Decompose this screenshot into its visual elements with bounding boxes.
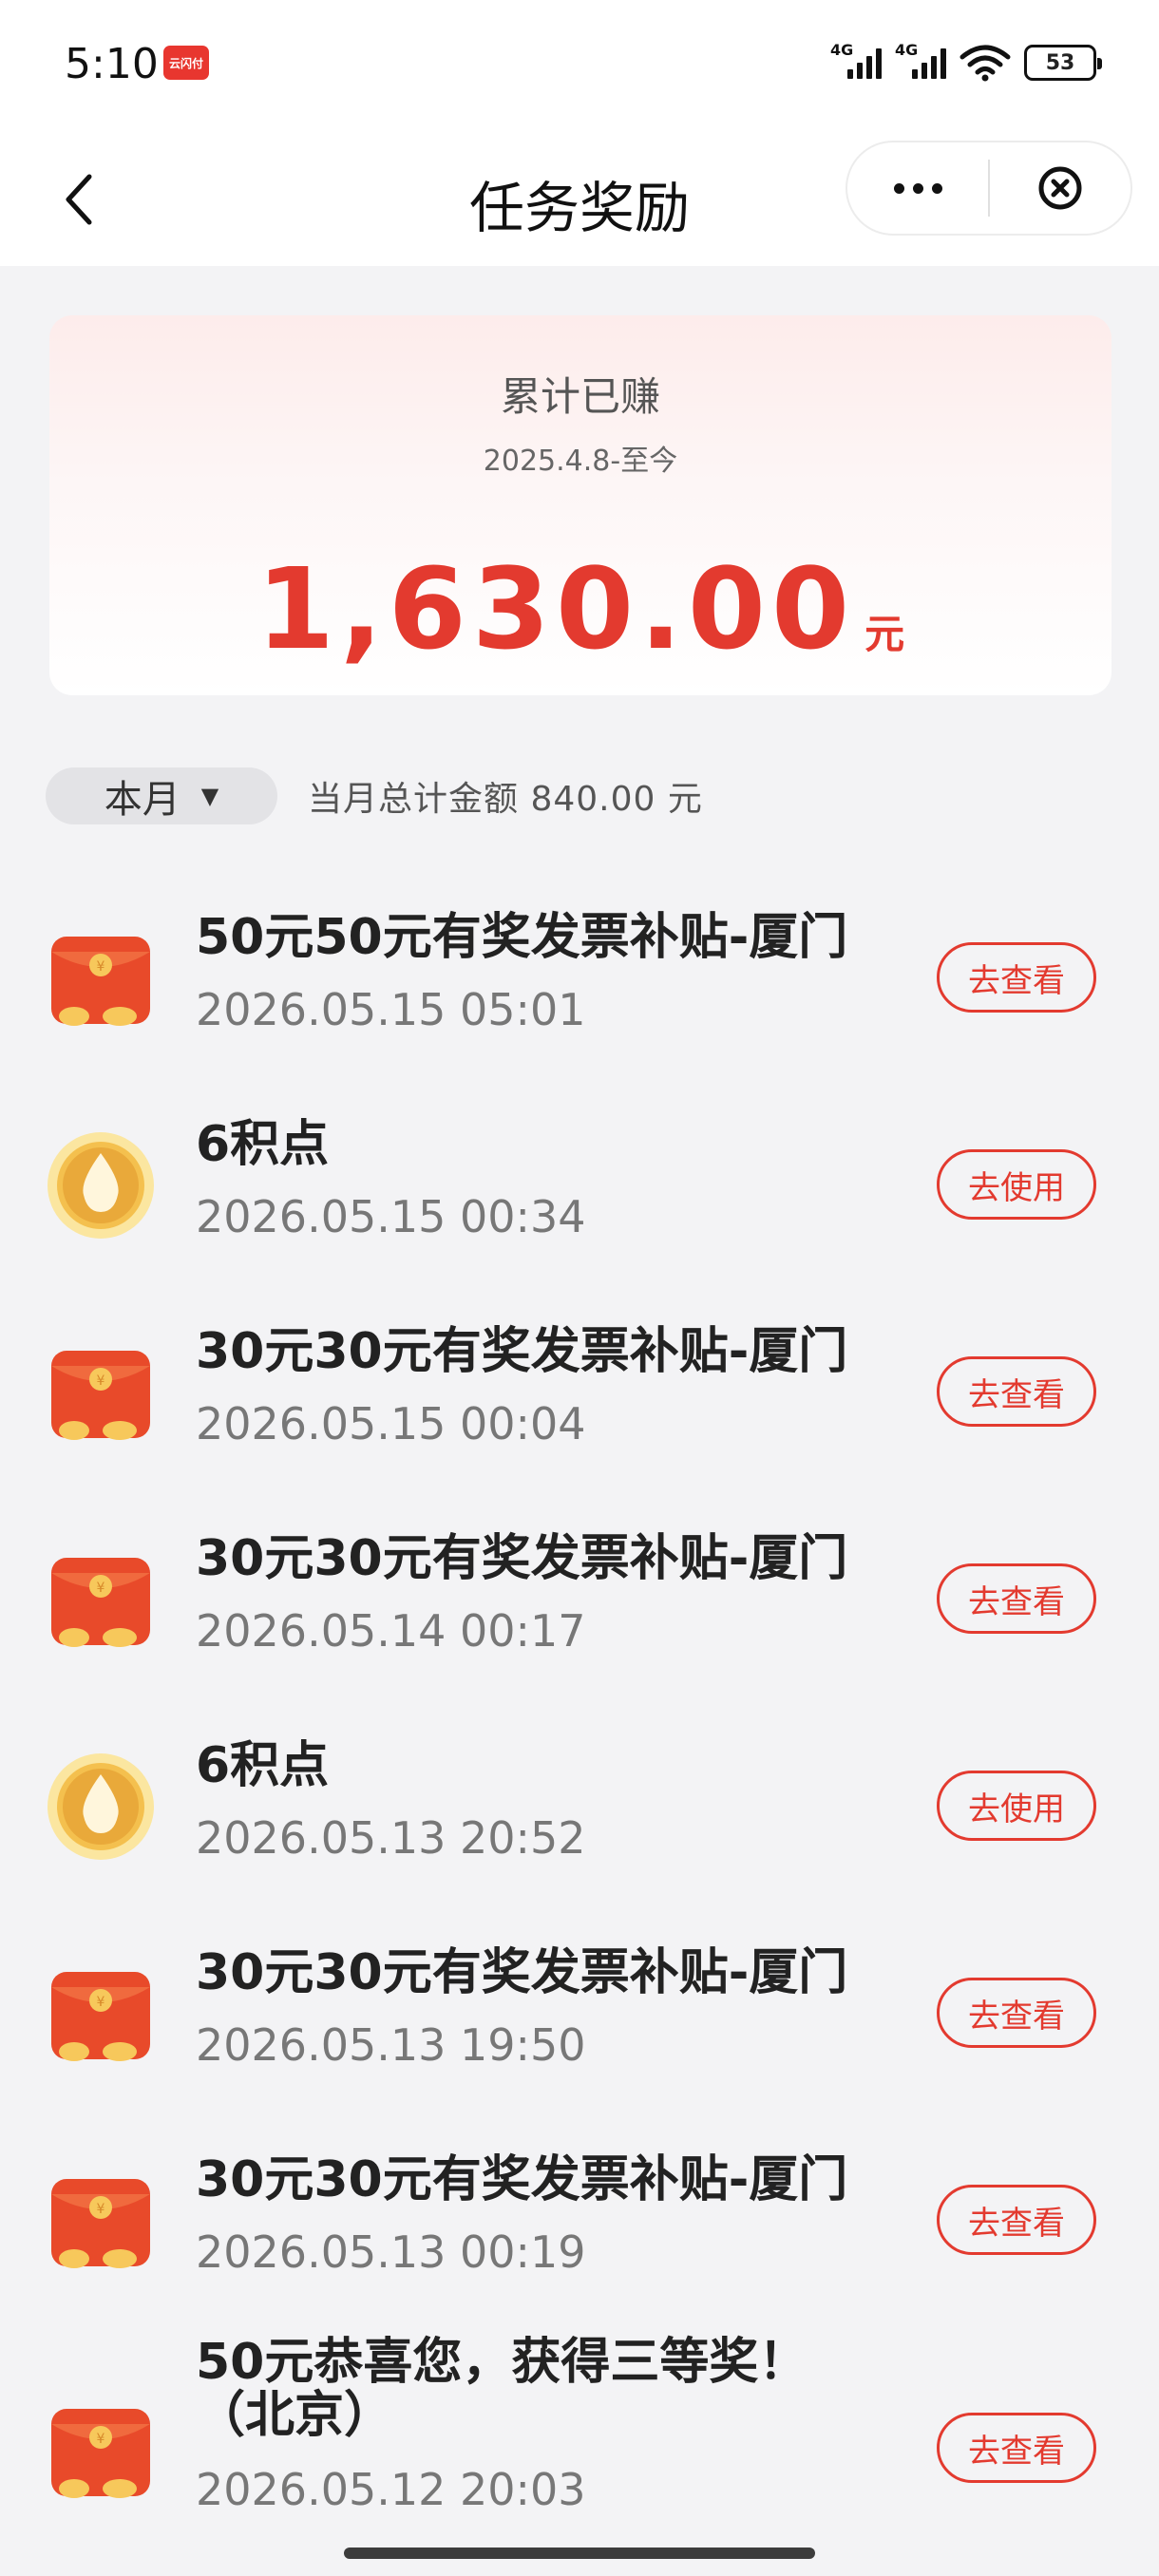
reward-time: 2026.05.15 00:04 — [196, 1398, 586, 1449]
points-drop-icon — [48, 1132, 154, 1239]
more-button[interactable] — [847, 142, 988, 234]
wifi-icon — [960, 45, 1011, 82]
use-button[interactable]: 去使用 — [937, 1149, 1096, 1220]
month-total: 当月总计金额 840.00 元 — [308, 780, 703, 819]
red-envelope-icon: ¥ — [51, 2409, 150, 2498]
view-button[interactable]: 去查看 — [937, 1356, 1096, 1427]
view-button[interactable]: 去查看 — [937, 2413, 1096, 2483]
reward-title: 6积点 — [196, 1116, 330, 1173]
battery-level: 53 — [1045, 50, 1075, 75]
more-dots-icon — [893, 182, 942, 194]
signal-icon: 4G — [895, 41, 946, 79]
earned-label: 累计已赚 — [500, 373, 660, 420]
battery-icon: 53 — [1024, 45, 1102, 81]
red-envelope-icon: ¥ — [51, 1351, 150, 1440]
reward-title: 30元30元有奖发票补贴-厦门 — [196, 2151, 848, 2208]
list-item: ¥ 30元30元有奖发票补贴-厦门 2026.05.15 00:04 去查看 — [0, 1297, 1159, 1487]
reward-time: 2026.05.15 00:34 — [196, 1191, 586, 1242]
signal-label: 4G — [895, 41, 919, 59]
svg-text:¥: ¥ — [97, 2432, 105, 2447]
reward-title: 6积点 — [196, 1737, 330, 1794]
svg-text:¥: ¥ — [97, 1581, 105, 1596]
reward-title: 50元50元有奖发票补贴-厦门 — [196, 909, 848, 966]
reward-title: 30元30元有奖发票补贴-厦门 — [196, 1323, 848, 1380]
list-item: ¥ 30元30元有奖发票补贴-厦门 2026.05.13 19:50 去查看 — [0, 1919, 1159, 2109]
nav-bar: 任务奖励 — [0, 133, 1159, 266]
earned-amount: 1,630.00 — [256, 543, 856, 674]
list-item: ¥ 50元恭喜您，获得三等奖！ （北京） 2026.05.12 20:03 去查… — [0, 2333, 1159, 2570]
red-envelope-icon: ¥ — [51, 937, 150, 1026]
month-selector[interactable]: 本月 ▼ — [46, 767, 277, 824]
home-indicator[interactable] — [344, 2548, 815, 2559]
status-indicators: 4G 4G 53 — [830, 41, 1102, 82]
svg-text:¥: ¥ — [97, 959, 105, 975]
month-selector-label: 本月 — [104, 778, 180, 822]
list-item: 6积点 2026.05.15 00:34 去使用 — [0, 1090, 1159, 1280]
red-envelope-icon: ¥ — [51, 1972, 150, 2061]
view-button[interactable]: 去查看 — [937, 2185, 1096, 2255]
status-time: 5:10 — [65, 40, 159, 88]
reward-time: 2026.05.12 20:03 — [196, 2464, 586, 2515]
earned-unit: 元 — [864, 611, 905, 657]
list-item: ¥ 30元30元有奖发票补贴-厦门 2026.05.14 00:17 去查看 — [0, 1505, 1159, 1695]
status-bar: 5:10 云闪付 4G 4G 53 — [0, 0, 1159, 133]
earned-amount-row: 1,630.00 元 — [49, 543, 1112, 674]
signal-label: 4G — [830, 41, 854, 59]
reward-title: 50元恭喜您，获得三等奖！ — [196, 2334, 808, 2391]
close-button[interactable] — [990, 142, 1130, 234]
list-item: ¥ 50元50元有奖发票补贴-厦门 2026.05.15 05:01 去查看 — [0, 883, 1159, 1073]
view-button[interactable]: 去查看 — [937, 1978, 1096, 2048]
red-envelope-icon: ¥ — [51, 2179, 150, 2268]
use-button[interactable]: 去使用 — [937, 1771, 1096, 1841]
view-button[interactable]: 去查看 — [937, 1563, 1096, 1634]
svg-text:¥: ¥ — [97, 1995, 105, 2010]
points-drop-icon — [48, 1753, 154, 1860]
reward-time: 2026.05.13 20:52 — [196, 1812, 586, 1864]
svg-text:¥: ¥ — [97, 2202, 105, 2217]
month-filter-row: 本月 ▼ 当月总计金额 840.00 元 — [46, 767, 703, 824]
earned-period: 2025.4.8-至今 — [483, 445, 678, 478]
reward-time: 2026.05.15 05:01 — [196, 984, 586, 1035]
svg-text:¥: ¥ — [97, 1373, 105, 1389]
red-envelope-icon: ¥ — [51, 1558, 150, 1647]
reward-title-line2: （北京） — [196, 2387, 394, 2444]
list-item: 6积点 2026.05.13 20:52 去使用 — [0, 1712, 1159, 1902]
view-button[interactable]: 去查看 — [937, 942, 1096, 1013]
reward-time: 2026.05.13 00:19 — [196, 2226, 586, 2278]
reward-title: 30元30元有奖发票补贴-厦门 — [196, 1530, 848, 1587]
reward-title: 30元30元有奖发票补贴-厦门 — [196, 1944, 848, 2001]
list-item: ¥ 30元30元有奖发票补贴-厦门 2026.05.13 00:19 去查看 — [0, 2126, 1159, 2316]
app-notification-icon: 云闪付 — [163, 46, 209, 80]
earned-summary-card: 累计已赚 2025.4.8-至今 1,630.00 元 — [49, 315, 1112, 695]
close-circle-icon — [1038, 166, 1082, 210]
reward-time: 2026.05.14 00:17 — [196, 1605, 586, 1657]
mini-program-capsule — [846, 141, 1132, 236]
signal-icon: 4G — [830, 41, 882, 79]
caret-down-icon: ▼ — [200, 783, 219, 809]
reward-time: 2026.05.13 19:50 — [196, 2019, 586, 2071]
